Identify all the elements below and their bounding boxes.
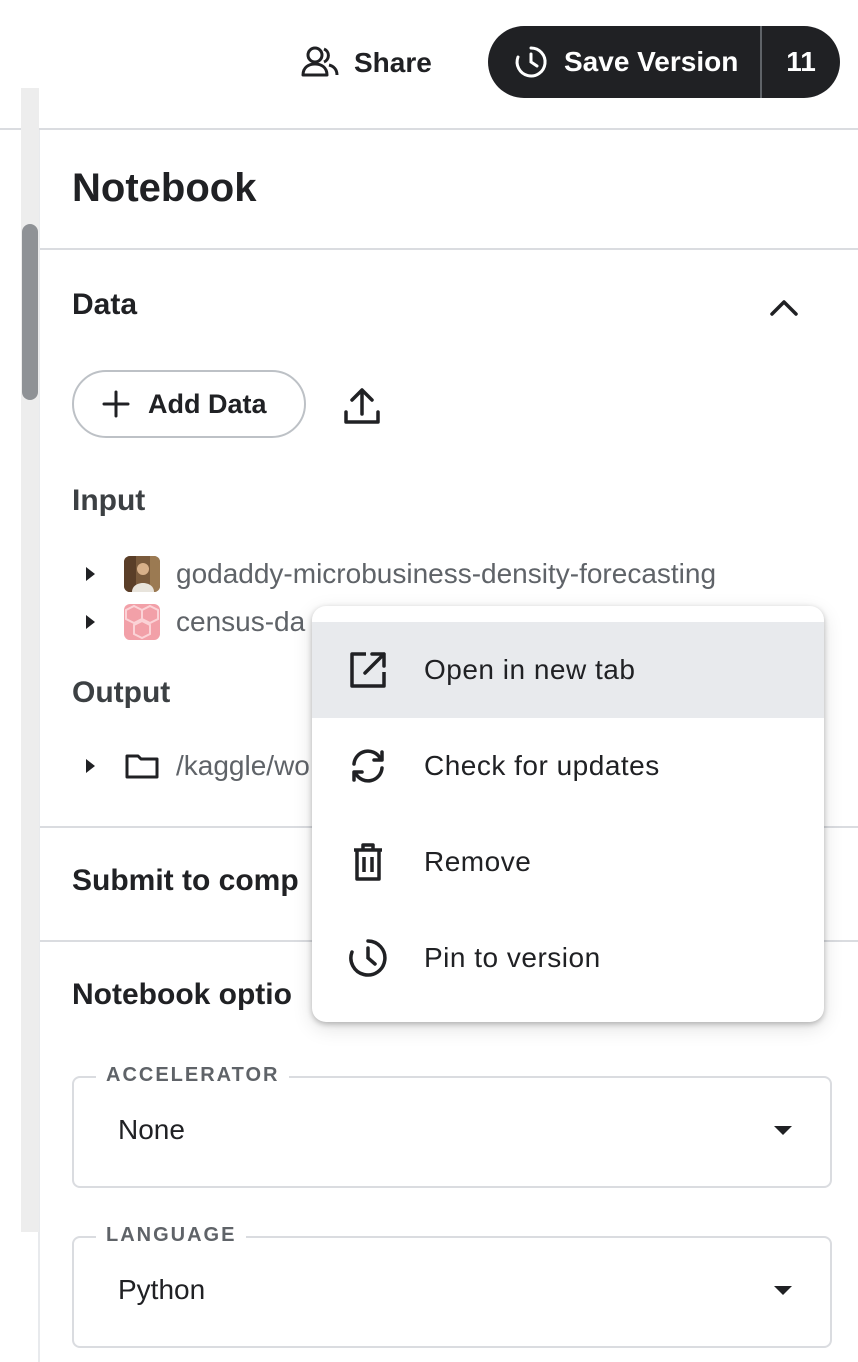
dataset-thumbnail-icon [124,556,160,592]
add-data-label: Add Data [148,388,267,419]
history-clock-icon [346,936,390,980]
chevron-up-icon[interactable] [766,290,802,326]
top-bar: Share Save Version 11 [0,0,858,130]
menu-item-label: Check for updates [424,750,660,781]
context-menu: Open in new tab Check for updates Remove [312,606,824,1022]
caret-right-icon[interactable] [80,756,100,776]
menu-item-open-in-new-tab[interactable]: Open in new tab [312,622,824,718]
save-version-button-group: Save Version 11 [488,26,840,98]
sync-icon [346,744,390,788]
input-item[interactable]: census-da [80,602,305,642]
people-icon [301,46,339,77]
language-select[interactable]: LANGUAGE Python [72,1224,832,1348]
pattern-thumbnail-icon [124,604,160,640]
language-label: LANGUAGE [96,1224,247,1247]
share-label: Share [354,47,432,78]
data-section-title: Data [72,288,138,321]
input-item[interactable]: godaddy-microbusiness-density-forecastin… [80,554,716,594]
add-data-button[interactable]: Add Data [72,370,306,438]
dropdown-arrow-icon [774,1126,792,1135]
trash-icon [346,840,390,884]
accelerator-value: None [118,1114,185,1145]
input-title: Input [72,484,146,517]
input-name: godaddy-microbusiness-density-forecastin… [176,558,717,589]
caret-right-icon[interactable] [80,564,100,584]
save-version-label: Save Version [564,46,739,77]
panel-title: Notebook [72,166,257,210]
options-section-title: Notebook optio [72,978,292,1011]
save-version-button[interactable]: Save Version [488,26,760,98]
menu-item-check-for-updates[interactable]: Check for updates [312,718,824,814]
menu-item-label: Remove [424,846,532,877]
folder-icon [125,754,159,779]
scrollbar-thumb[interactable] [22,224,38,400]
upload-icon[interactable] [340,384,384,428]
accelerator-select[interactable]: ACCELERATOR None [72,1064,832,1188]
dropdown-arrow-icon [774,1286,792,1295]
open-in-new-icon [346,648,390,692]
input-name: census-da [176,606,306,637]
divider [40,248,858,250]
submit-section-title[interactable]: Submit to comp [72,864,299,898]
output-name: /kaggle/wo [176,750,310,781]
history-clock-icon [515,46,547,78]
version-count-button[interactable]: 11 [762,46,840,78]
output-item[interactable]: /kaggle/wo [80,746,310,786]
menu-item-label: Pin to version [424,942,601,973]
language-value: Python [118,1274,206,1305]
accelerator-label: ACCELERATOR [96,1064,290,1087]
menu-item-remove[interactable]: Remove [312,814,824,910]
plus-icon [102,390,130,418]
output-title: Output [72,676,171,709]
menu-item-pin-to-version[interactable]: Pin to version [312,910,824,1006]
menu-item-label: Open in new tab [424,654,636,685]
caret-right-icon[interactable] [80,612,100,632]
share-button[interactable]: Share [300,40,432,86]
